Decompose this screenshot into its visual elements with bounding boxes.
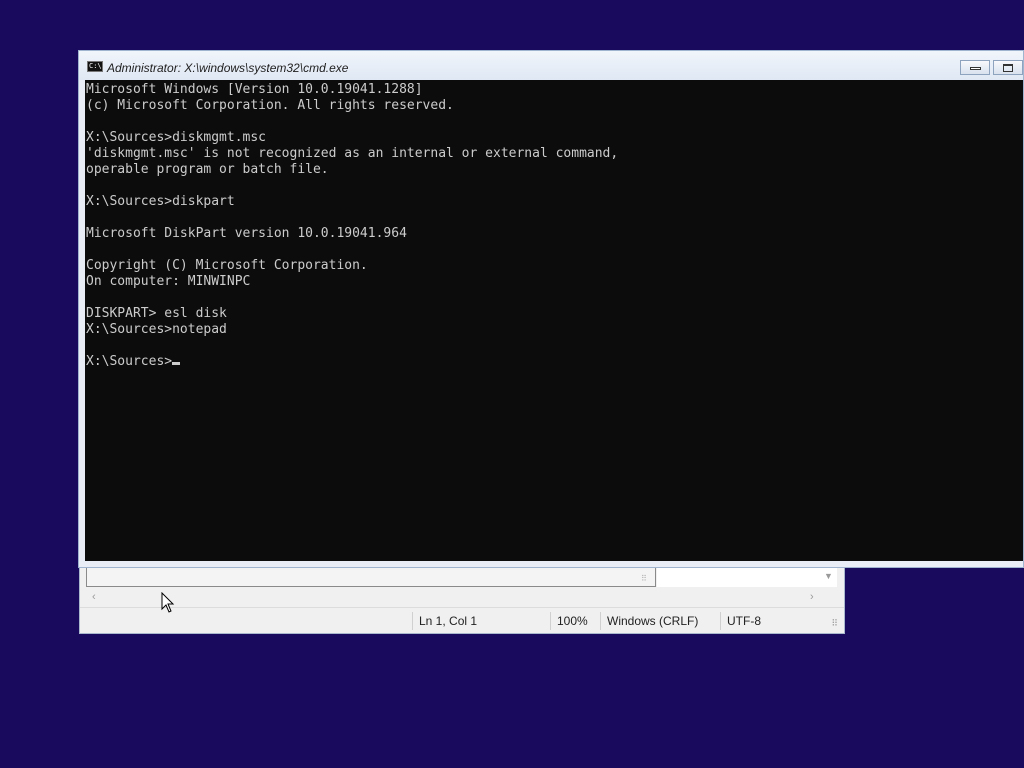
status-encoding: UTF-8 [720,612,820,630]
console-text: Microsoft Windows [Version 10.0.19041.12… [85,80,1023,370]
console-line: X:\Sources>diskpart [86,194,235,209]
status-line-ending: Windows (CRLF) [600,612,720,630]
resize-grip-icon: ⠿ [641,574,647,583]
notepad-vertical-scrollbar[interactable] [657,567,837,587]
maximize-icon [1003,64,1013,72]
console-line: On computer: MINWINPC [86,274,251,289]
cmd-window[interactable]: C:\ Administrator: X:\windows\system32\c… [78,50,1024,568]
minimize-icon [970,67,981,70]
console-line: Copyright (C) Microsoft Corporation. [86,258,368,273]
scroll-left-icon[interactable]: ‹ [92,591,96,603]
scroll-right-icon[interactable]: › [810,591,814,603]
cmd-title-bar[interactable]: C:\ Administrator: X:\windows\system32\c… [79,51,1023,80]
notepad-text-area[interactable]: ⠿ [86,567,656,587]
console-line: 'diskmgmt.msc' is not recognized as an i… [86,146,619,161]
console-line: X:\Sources>notepad [86,322,227,337]
text-cursor [172,362,181,365]
status-zoom: 100% [550,612,600,630]
console-line: (c) Microsoft Corporation. All rights re… [86,98,454,113]
console-lines: Microsoft Windows [Version 10.0.19041.12… [86,82,618,337]
console-line: DISKPART> esl disk [86,306,227,321]
notepad-window[interactable]: ⠿ ▼ ‹ › Ln 1, Col 1 100% Windows (CRLF) … [79,560,845,634]
notepad-horizontal-scrollbar[interactable]: ‹ › [86,589,826,605]
window-title: Administrator: X:\windows\system32\cmd.e… [107,61,349,75]
console-line: Microsoft DiskPart version 10.0.19041.96… [86,226,407,241]
resize-grip-icon[interactable]: ⠿ [831,618,838,629]
maximize-button[interactable] [993,60,1023,75]
console-line: operable program or batch file. [86,162,329,177]
notepad-status-bar: Ln 1, Col 1 100% Windows (CRLF) UTF-8 ⠿ [80,607,844,634]
cmd-app-icon[interactable]: C:\ [87,61,103,72]
console-output[interactable]: Microsoft Windows [Version 10.0.19041.12… [85,80,1023,561]
minimize-button[interactable] [960,60,990,75]
console-line: Microsoft Windows [Version 10.0.19041.12… [86,82,423,97]
console-prompt: X:\Sources> [86,354,173,369]
mouse-pointer-icon [161,592,175,613]
scroll-down-icon[interactable]: ▼ [824,571,833,581]
status-cursor-position: Ln 1, Col 1 [412,612,550,630]
console-line: X:\Sources>diskmgmt.msc [86,130,267,145]
